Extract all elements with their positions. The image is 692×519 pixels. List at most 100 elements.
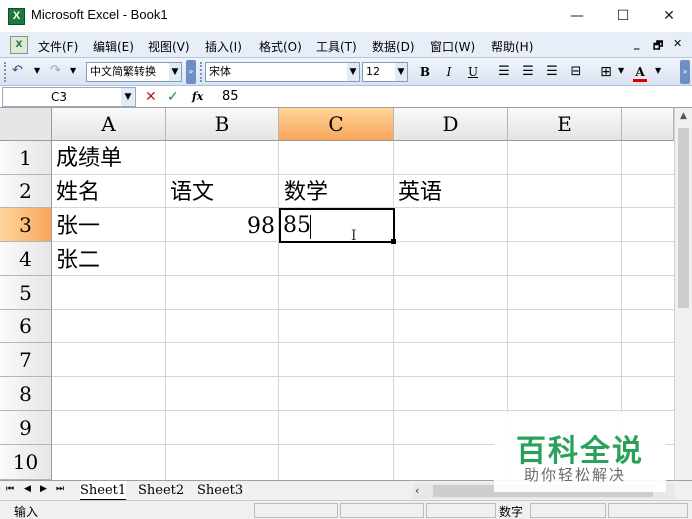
row-header-3[interactable]: 3 — [0, 208, 52, 242]
select-all-corner[interactable] — [0, 108, 52, 141]
column-header-b[interactable]: B — [166, 108, 279, 141]
align-center-icon[interactable]: ☰ — [518, 62, 538, 82]
font-size-value: 12 — [366, 65, 380, 78]
menu-edit[interactable]: 编辑(E) — [93, 38, 134, 55]
watermark-subtitle: 助你轻松解决 — [524, 466, 627, 484]
chinese-convert-label: 中文简繁转换 — [90, 65, 156, 78]
vertical-scrollbar[interactable]: ▲ — [674, 108, 692, 480]
status-pane — [340, 503, 424, 518]
title-bar: X Microsoft Excel - Book1 — ☐ ✕ — [0, 0, 692, 32]
column-header-c[interactable]: C — [279, 108, 394, 141]
cell-d2[interactable]: 英语 — [398, 178, 442, 208]
prev-sheet-icon[interactable]: ◀ — [24, 484, 31, 494]
cell-b3[interactable]: 98 — [166, 212, 275, 242]
last-sheet-icon[interactable]: ⏭ — [56, 484, 64, 494]
font-name-combo[interactable]: 宋体 ▼ — [205, 62, 360, 82]
menu-insert[interactable]: 插入(I) — [205, 38, 242, 55]
text-caret — [310, 215, 311, 239]
close-button[interactable]: ✕ — [646, 0, 692, 32]
active-cell-c3[interactable]: 85 — [279, 208, 395, 243]
font-size-combo[interactable]: 12 ▼ — [362, 62, 408, 82]
scroll-left-icon[interactable]: ‹ — [415, 483, 419, 499]
maximize-button[interactable]: ☐ — [600, 0, 646, 32]
menu-view[interactable]: 视图(V) — [148, 38, 190, 55]
cell-a4[interactable]: 张二 — [56, 246, 100, 276]
row-header-5[interactable]: 5 — [0, 276, 52, 310]
status-pane — [608, 503, 688, 518]
minimize-button[interactable]: — — [554, 0, 600, 32]
watermark: 百科全说 助你轻松解决 — [494, 412, 666, 492]
bold-button[interactable]: B — [415, 62, 435, 82]
column-header-a[interactable]: A — [52, 108, 166, 141]
menu-window[interactable]: 窗口(W) — [430, 38, 475, 55]
align-right-icon[interactable]: ☰ — [542, 62, 562, 82]
menu-format[interactable]: 格式(O) — [259, 38, 302, 55]
row-header-6[interactable]: 6 — [0, 310, 52, 343]
gridline — [52, 342, 674, 343]
italic-button[interactable]: I — [439, 62, 459, 82]
cell-a3[interactable]: 张一 — [56, 212, 100, 242]
chevron-down-icon[interactable]: ▼ — [121, 88, 135, 106]
undo-dropdown-icon[interactable]: ▼ — [34, 63, 40, 79]
column-header-f[interactable] — [622, 108, 674, 141]
menu-data[interactable]: 数据(D) — [372, 38, 415, 55]
menu-help[interactable]: 帮助(H) — [491, 38, 533, 55]
confirm-edit-icon[interactable]: ✓ — [167, 88, 179, 106]
workbook-restore-button[interactable]: 🗗 — [653, 37, 663, 56]
redo-dropdown-icon[interactable]: ▼ — [70, 63, 76, 79]
sheet-tab-sheet3[interactable]: Sheet3 — [197, 481, 243, 500]
cancel-edit-icon[interactable]: ✕ — [145, 88, 157, 106]
row-header-7[interactable]: 7 — [0, 343, 52, 377]
name-box-value: C3 — [51, 90, 68, 104]
row-header-9[interactable]: 9 — [0, 411, 52, 445]
gridline — [393, 141, 394, 480]
toolbar-overflow-icon[interactable]: » — [186, 60, 196, 84]
redo-icon[interactable]: ↷ — [50, 63, 61, 79]
toolbar-grip[interactable] — [200, 62, 203, 82]
column-header-e[interactable]: E — [508, 108, 622, 141]
sheet-tab-sheet2[interactable]: Sheet2 — [138, 481, 184, 500]
chevron-down-icon[interactable]: ▼ — [395, 63, 407, 81]
toolbar-grip[interactable] — [4, 62, 7, 82]
sheet-tab-sheet1[interactable]: Sheet1 — [80, 481, 127, 500]
cell-a1[interactable]: 成绩单 — [56, 144, 122, 174]
workbook-close-button[interactable]: ✕ — [673, 37, 682, 50]
menu-file[interactable]: 文件(F) — [38, 38, 78, 55]
merge-center-icon[interactable]: ⊟ — [566, 62, 586, 82]
toolbar-overflow-icon[interactable]: » — [680, 60, 690, 84]
vertical-scroll-thumb[interactable] — [678, 128, 689, 308]
fill-handle[interactable] — [391, 239, 396, 244]
undo-icon[interactable]: ↶ — [12, 63, 23, 79]
underline-button[interactable]: U — [463, 62, 483, 82]
workbook-minimize-button[interactable]: _ — [634, 37, 640, 50]
status-pane — [254, 503, 338, 518]
row-header-10[interactable]: 10 — [0, 445, 52, 480]
formula-input[interactable]: 85 — [222, 89, 239, 104]
insert-function-icon[interactable]: fx — [192, 88, 203, 106]
row-header-8[interactable]: 8 — [0, 377, 52, 411]
row-header-1[interactable]: 1 — [0, 141, 52, 175]
gridline — [52, 275, 674, 276]
align-left-icon[interactable]: ☰ — [494, 62, 514, 82]
chevron-down-icon[interactable]: ▼ — [347, 63, 359, 81]
cell-a2[interactable]: 姓名 — [56, 178, 100, 208]
column-header-d[interactable]: D — [394, 108, 508, 141]
row-header-2[interactable]: 2 — [0, 175, 52, 208]
row-header-4[interactable]: 4 — [0, 242, 52, 276]
excel-app-icon[interactable]: X — [8, 8, 25, 25]
cell-b2[interactable]: 语文 — [170, 178, 214, 208]
cell-c2[interactable]: 数学 — [284, 178, 328, 208]
font-color-dropdown-icon[interactable]: ▼ — [655, 63, 661, 79]
chevron-down-icon[interactable]: ▼ — [169, 63, 181, 81]
first-sheet-icon[interactable]: ⏮ — [6, 484, 14, 494]
scroll-up-icon[interactable]: ▲ — [675, 108, 692, 125]
name-box[interactable]: C3 ▼ — [2, 87, 136, 107]
cell-c3-edit[interactable]: 85 — [283, 211, 311, 241]
borders-dropdown-icon[interactable]: ▼ — [618, 63, 624, 79]
chinese-convert-combo[interactable]: 中文简繁转换 ▼ — [86, 62, 182, 82]
formatting-toolbar: ↶ ▼ ↷ ▼ 中文简繁转换 ▼ » 宋体 ▼ 12 ▼ B I U ☰ ☰ ☰… — [0, 58, 692, 86]
next-sheet-icon[interactable]: ▶ — [40, 484, 47, 494]
workbook-icon[interactable]: X — [10, 36, 28, 54]
menu-tools[interactable]: 工具(T) — [316, 38, 357, 55]
borders-icon[interactable]: ⊞ — [596, 62, 616, 82]
